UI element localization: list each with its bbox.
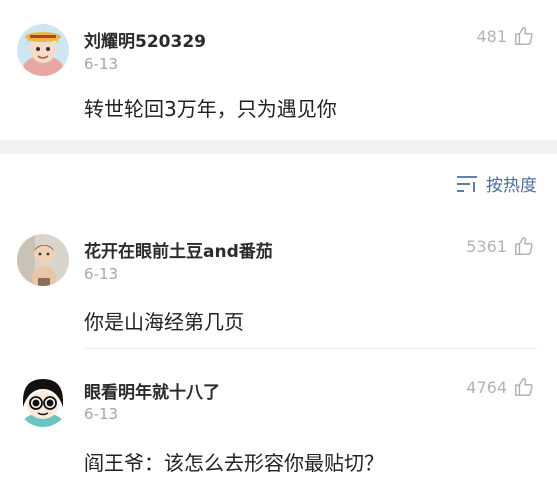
comment-text: 你是山海经第几页 bbox=[84, 310, 244, 334]
comment-username[interactable]: 刘耀明520329 bbox=[84, 27, 206, 52]
like-button[interactable]: 481 bbox=[476, 25, 535, 47]
like-count: 5361 bbox=[466, 236, 507, 256]
comment-text: 转世轮回3万年，只为遇见你 bbox=[84, 97, 337, 121]
thumbs-up-icon bbox=[515, 27, 533, 45]
comment-text: 阎王爷：该怎么去形容你最贴切？ bbox=[84, 451, 384, 475]
sort-label: 按热度 bbox=[486, 176, 537, 196]
sort-lines-icon bbox=[457, 175, 477, 192]
avatar-image bbox=[17, 375, 69, 427]
user-avatar[interactable] bbox=[17, 234, 69, 286]
section-separator bbox=[0, 140, 557, 154]
user-avatar[interactable] bbox=[17, 24, 69, 76]
avatar-image bbox=[17, 234, 69, 286]
sort-by-hot-button[interactable]: 按热度 bbox=[456, 171, 537, 196]
like-count: 481 bbox=[476, 26, 507, 46]
like-count: 4764 bbox=[466, 377, 507, 397]
comment-date: 6-13 bbox=[84, 405, 119, 423]
avatar-image bbox=[17, 24, 69, 76]
comment-username[interactable]: 眼看明年就十八了 bbox=[84, 378, 220, 403]
comment-date: 6-13 bbox=[84, 265, 119, 283]
comment-divider bbox=[84, 348, 537, 349]
user-avatar[interactable] bbox=[17, 375, 69, 427]
thumbs-up-icon bbox=[515, 237, 533, 255]
comment-date: 6-13 bbox=[84, 55, 119, 73]
comment-username[interactable]: 花开在眼前土豆and番茄 bbox=[84, 237, 273, 262]
like-button[interactable]: 4764 bbox=[466, 376, 535, 398]
thumbs-up-icon bbox=[515, 378, 533, 396]
like-button[interactable]: 5361 bbox=[466, 235, 535, 257]
